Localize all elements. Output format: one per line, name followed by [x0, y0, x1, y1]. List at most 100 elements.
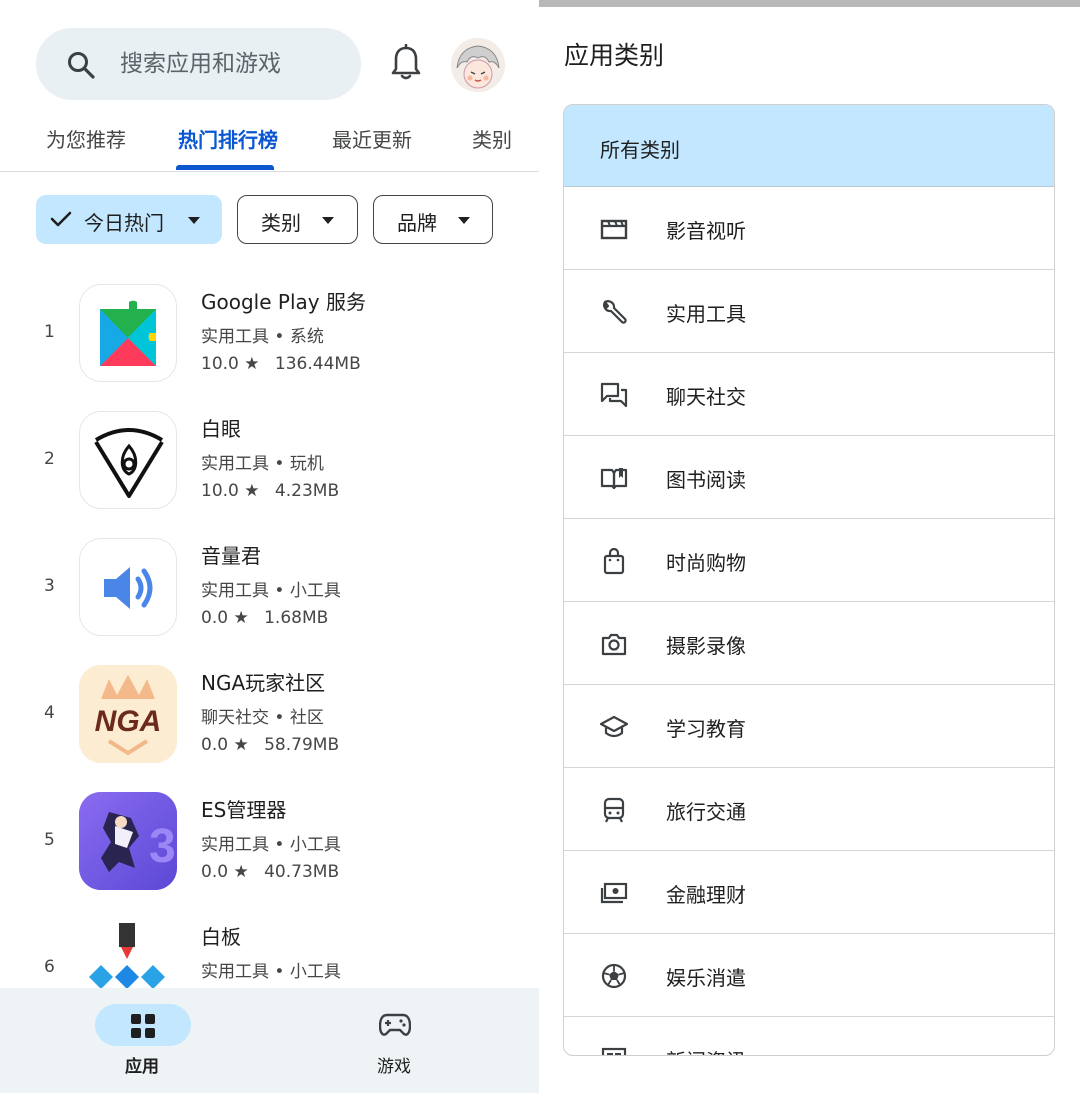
- tab-categories[interactable]: 类别: [472, 124, 512, 153]
- category-label: 旅行交通: [666, 800, 746, 824]
- app-rating: 10.0: [201, 481, 239, 501]
- app-size: 4.23MB: [274, 481, 340, 501]
- caret-down-icon: [322, 217, 334, 224]
- scroll-shade: [539, 0, 1080, 7]
- money-icon: [600, 882, 628, 904]
- filter-chip-brand[interactable]: 品牌: [373, 195, 493, 244]
- star-icon: ★: [233, 862, 249, 882]
- category-item-news[interactable]: 新闻资讯: [564, 1017, 1054, 1055]
- app-meta: 0.0 ★ 1.68MB: [201, 608, 328, 628]
- category-item-photography[interactable]: 摄影录像: [564, 602, 1054, 685]
- wrench-icon: [603, 300, 627, 324]
- app-meta: 10.0 ★ 4.23MB: [201, 481, 339, 501]
- category-label: 娱乐消遣: [666, 966, 746, 990]
- category-label: 实用工具: [666, 302, 746, 326]
- svg-text:NGA: NGA: [95, 705, 162, 738]
- filter-chip-label: 类别: [261, 211, 301, 235]
- app-meta: 0.0 ★ 40.73MB: [201, 862, 339, 882]
- notification-bell-icon[interactable]: [389, 44, 423, 82]
- app-rank: 6: [44, 957, 55, 977]
- filter-chip-label: 今日热门: [84, 211, 164, 235]
- app-rank: 3: [44, 576, 55, 596]
- category-label: 金融理财: [666, 883, 746, 907]
- app-category: 聊天社交 • 社区: [201, 708, 324, 728]
- category-list: 所有类别 影音视听 实用工具 聊天社交 图书阅读 时尚购物 摄影录像 学习教育 …: [563, 104, 1055, 1056]
- app-name: NGA玩家社区: [201, 671, 326, 695]
- app-category: 实用工具 • 小工具: [201, 581, 341, 601]
- app-list-item[interactable]: 2 白眼 实用工具 • 玩机 10.0 ★ 4.23MB: [0, 409, 539, 529]
- shopping-bag-icon: [603, 547, 625, 575]
- app-rank: 2: [44, 449, 55, 469]
- app-size: 136.44MB: [274, 354, 361, 374]
- category-label: 聊天社交: [666, 385, 746, 409]
- nav-apps-label[interactable]: 应用: [125, 1052, 159, 1077]
- graduation-cap-icon: [600, 715, 628, 738]
- app-name: ES管理器: [201, 798, 287, 822]
- app-size: 58.79MB: [264, 735, 340, 755]
- app-category: 实用工具 • 玩机: [201, 454, 324, 474]
- tab-top-charts[interactable]: 热门排行榜: [178, 124, 278, 153]
- app-rating: 10.0: [201, 354, 239, 374]
- caret-down-icon: [458, 217, 470, 224]
- category-item-video[interactable]: 影音视听: [564, 187, 1054, 270]
- nga-icon: NGA: [79, 665, 177, 763]
- app-category: 实用工具 • 系统: [201, 327, 324, 347]
- category-item-finance[interactable]: 金融理财: [564, 851, 1054, 934]
- app-meta: 10.0 ★ 136.44MB: [201, 354, 361, 374]
- apps-grid-icon: [131, 1014, 155, 1038]
- category-item-shopping[interactable]: 时尚购物: [564, 519, 1054, 602]
- category-item-tools[interactable]: 实用工具: [564, 270, 1054, 353]
- app-rank: 5: [44, 830, 55, 850]
- chat-icon: [600, 382, 628, 408]
- page-title: 应用类别: [564, 41, 665, 70]
- filter-chip-category[interactable]: 类别: [237, 195, 358, 244]
- filter-chip-label: 品牌: [397, 211, 437, 235]
- tab-recommended[interactable]: 为您推荐: [46, 124, 126, 153]
- tab-recent-updates[interactable]: 最近更新: [332, 124, 412, 153]
- category-item-travel[interactable]: 旅行交通: [564, 768, 1054, 851]
- active-tab-indicator: [176, 165, 274, 170]
- nav-games-label[interactable]: 游戏: [377, 1052, 411, 1077]
- category-all-item[interactable]: 所有类别: [564, 105, 1054, 187]
- star-icon: ★: [233, 608, 249, 628]
- gamepad-icon[interactable]: [379, 1012, 411, 1038]
- filter-chip-today-hot[interactable]: 今日热门: [36, 195, 222, 244]
- category-label: 影音视听: [666, 219, 746, 243]
- category-item-social[interactable]: 聊天社交: [564, 353, 1054, 436]
- app-rating: 0.0: [201, 735, 229, 755]
- camera-icon: [601, 633, 627, 656]
- category-label: 图书阅读: [666, 468, 746, 492]
- category-item-entertainment[interactable]: 娱乐消遣: [564, 934, 1054, 1017]
- category-item-education[interactable]: 学习教育: [564, 685, 1054, 768]
- app-rating: 0.0: [201, 862, 229, 882]
- category-item-books[interactable]: 图书阅读: [564, 436, 1054, 519]
- category-label: 学习教育: [666, 717, 746, 741]
- search-bar[interactable]: 搜索应用和游戏: [36, 28, 361, 100]
- category-label: 新闻资讯: [666, 1045, 746, 1055]
- app-rank: 1: [44, 322, 55, 342]
- volume-icon: [79, 538, 177, 636]
- app-rank: 4: [44, 703, 55, 723]
- avatar[interactable]: [451, 38, 505, 92]
- nav-apps-button[interactable]: [95, 1004, 191, 1046]
- app-list-item[interactable]: 3 音量君 实用工具 • 小工具 0.0 ★ 1.68MB: [0, 536, 539, 656]
- star-icon: ★: [244, 481, 260, 501]
- app-category: 实用工具 • 小工具: [201, 962, 341, 982]
- category-label: 摄影录像: [666, 634, 746, 658]
- categories-pane: 应用类别 所有类别 影音视听 实用工具 聊天社交 图书阅读 时尚购物 摄影录像 …: [539, 0, 1080, 1093]
- app-name: 白板: [201, 925, 241, 949]
- star-icon: ★: [244, 354, 260, 374]
- check-icon: [50, 211, 72, 227]
- app-list-item[interactable]: 5 3 ES管理器 实用工具 • 小工具 0.0 ★ 40.73MB: [0, 790, 539, 910]
- category-label: 时尚购物: [666, 551, 746, 575]
- app-meta: 0.0 ★ 58.79MB: [201, 735, 339, 755]
- app-rating: 0.0: [201, 608, 229, 628]
- baiyan-icon: [79, 411, 177, 509]
- app-list-item[interactable]: 4 NGA NGA玩家社区 聊天社交 • 社区 0.0 ★ 58.79MB: [0, 663, 539, 783]
- app-store-main-pane: 搜索应用和游戏 为您推荐 热门排行榜 最近更新 类别 今日热门 类别 品牌 1 …: [0, 0, 539, 1093]
- app-list-item[interactable]: 1 Google Play 服务 实用工具 • 系统 10.0 ★ 136.44…: [0, 282, 539, 402]
- book-icon: [600, 468, 628, 490]
- app-name: 白眼: [201, 417, 241, 441]
- category-all-label: 所有类别: [600, 138, 680, 162]
- es-manager-icon: 3: [79, 792, 177, 890]
